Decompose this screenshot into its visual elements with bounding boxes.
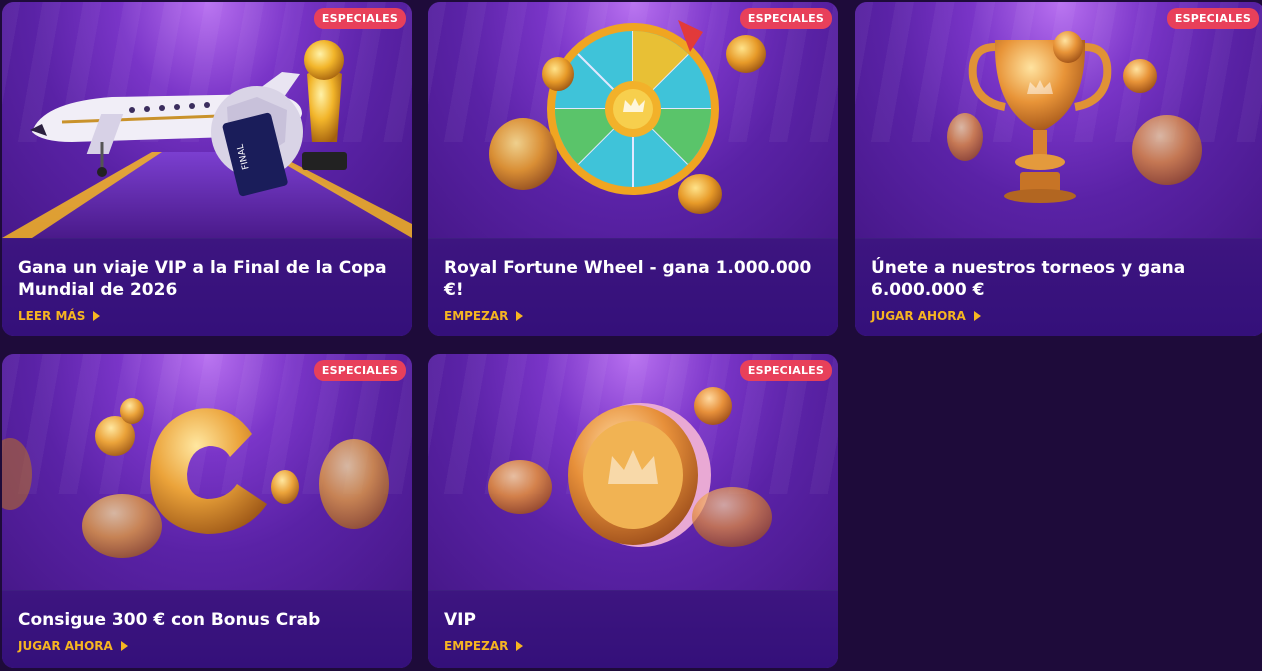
promo-cta-label: JUGAR AHORA — [871, 309, 966, 323]
promo-card-body: Gana un viaje VIP a la Final de la Copa … — [2, 238, 412, 336]
promo-title: Consigue 300 € con Bonus Crab — [18, 610, 321, 630]
promo-card-body: Consigue 300 € con Bonus Crab JUGAR AHOR… — [2, 590, 412, 668]
promo-card-bonus-crab[interactable]: ESPECIALES Consigue 300 € con Bonus Crab… — [2, 354, 412, 668]
promo-cta-link[interactable]: JUGAR AHORA — [871, 309, 981, 323]
promo-card-body: Royal Fortune Wheel - gana 1.000.000 €! … — [428, 238, 838, 336]
promo-cta-label: JUGAR AHORA — [18, 639, 113, 653]
promo-cta-link[interactable]: EMPEZAR — [444, 639, 524, 653]
promo-card-vip[interactable]: ESPECIALES VIP EMPEZAR — [428, 354, 838, 668]
play-arrow-icon — [973, 311, 981, 321]
especiales-badge: ESPECIALES — [313, 360, 406, 381]
promo-title: Gana un viaje VIP a la Final de la Copa … — [18, 258, 387, 300]
especiales-badge: ESPECIALES — [1166, 8, 1259, 29]
promo-title: Royal Fortune Wheel - gana 1.000.000 €! — [444, 258, 812, 300]
promo-image-fortune-wheel: ESPECIALES — [428, 2, 838, 238]
promo-card-tournaments[interactable]: ESPECIALES Únete a nuestros torneos y ga… — [855, 2, 1262, 336]
promo-image-gold-c: ESPECIALES — [2, 354, 412, 590]
promo-title: Únete a nuestros torneos y gana 6.000.00… — [871, 258, 1186, 300]
promo-card-fortune-wheel[interactable]: ESPECIALES Royal Fortune Wheel - gana 1.… — [428, 2, 838, 336]
promo-cta-label: EMPEZAR — [444, 639, 509, 653]
promo-image-vip-coin: ESPECIALES — [428, 354, 838, 590]
promo-card-body: VIP EMPEZAR — [428, 590, 838, 668]
promo-cta-link[interactable]: JUGAR AHORA — [18, 639, 128, 653]
especiales-badge: ESPECIALES — [739, 8, 832, 29]
play-arrow-icon — [120, 641, 128, 651]
promo-cta-label: LEER MÁS — [18, 309, 86, 323]
promo-cta-link[interactable]: LEER MÁS — [18, 309, 101, 323]
promo-image-plane-trophy: FINAL ESPECIALES — [2, 2, 412, 238]
promo-cta-label: EMPEZAR — [444, 309, 509, 323]
especiales-badge: ESPECIALES — [313, 8, 406, 29]
promo-cta-link[interactable]: EMPEZAR — [444, 309, 524, 323]
promo-card-body: Únete a nuestros torneos y gana 6.000.00… — [855, 238, 1262, 336]
play-arrow-icon — [516, 311, 524, 321]
promo-image-trophy: ESPECIALES — [855, 2, 1262, 238]
especiales-badge: ESPECIALES — [739, 360, 832, 381]
promo-title: VIP — [444, 610, 476, 630]
play-arrow-icon — [516, 641, 524, 651]
promo-card-world-cup[interactable]: FINAL ESPECIALES Gana un viaje VIP a la … — [2, 2, 412, 336]
play-arrow-icon — [93, 311, 101, 321]
